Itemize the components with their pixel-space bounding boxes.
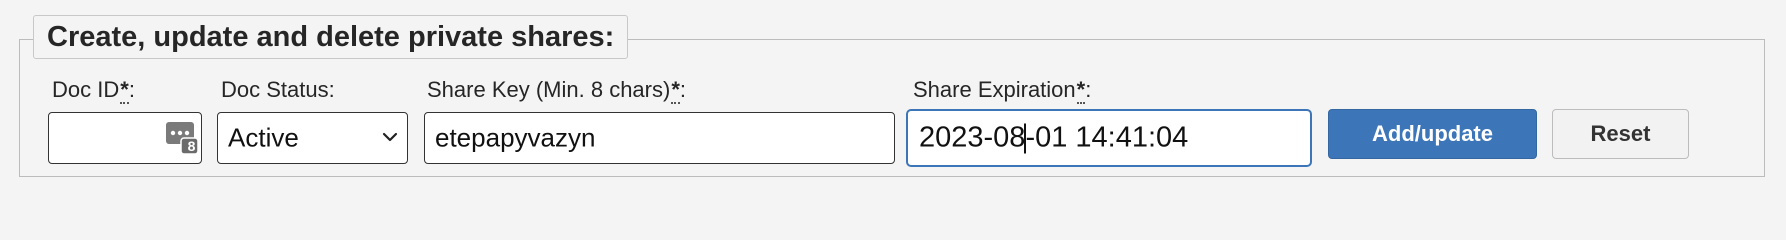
doc-status-select[interactable]: Active [217, 112, 408, 164]
share-key-value: etepapyvazyn [435, 122, 596, 153]
doc-status-selected: Active [228, 122, 299, 153]
share-key-input[interactable]: etepapyvazyn [424, 112, 895, 164]
share-expiration-input[interactable]: 2023-08-01 14:41:04 [906, 109, 1312, 167]
share-key-label: Share Key (Min. 8 chars)*: [427, 77, 686, 104]
reset-button[interactable]: Reset [1552, 109, 1689, 159]
share-expiration-label-suffix: : [1085, 77, 1092, 102]
keypad-icon-badge: 8 [187, 138, 196, 154]
doc-id-label-text: Doc ID [52, 77, 120, 102]
share-key-label-text: Share Key (Min. 8 chars) [427, 77, 671, 102]
required-marker: * [120, 77, 129, 104]
doc-status-label: Doc Status: [221, 77, 335, 102]
doc-id-label: Doc ID*: [52, 77, 135, 104]
share-expiration-label: Share Expiration*: [913, 77, 1092, 104]
share-key-label-suffix: : [679, 77, 686, 102]
chevron-down-icon [382, 130, 398, 149]
required-marker: * [1076, 77, 1086, 104]
fieldset-legend: Create, update and delete private shares… [33, 15, 629, 59]
share-expiration-value-start: 2023-08 [919, 121, 1026, 154]
share-expiration-value: 2023-08-01 14:41:04 [919, 122, 1188, 155]
required-marker: * [671, 77, 680, 104]
password-manager-keypad-icon[interactable]: 8 [166, 120, 199, 155]
doc-id-input[interactable]: 8 [48, 112, 202, 164]
doc-id-label-suffix: : [128, 77, 135, 102]
share-expiration-label-text: Share Expiration [913, 77, 1076, 102]
share-expiration-value-end: -01 14:41:04 [1025, 121, 1189, 154]
add-update-button[interactable]: Add/update [1328, 109, 1537, 159]
